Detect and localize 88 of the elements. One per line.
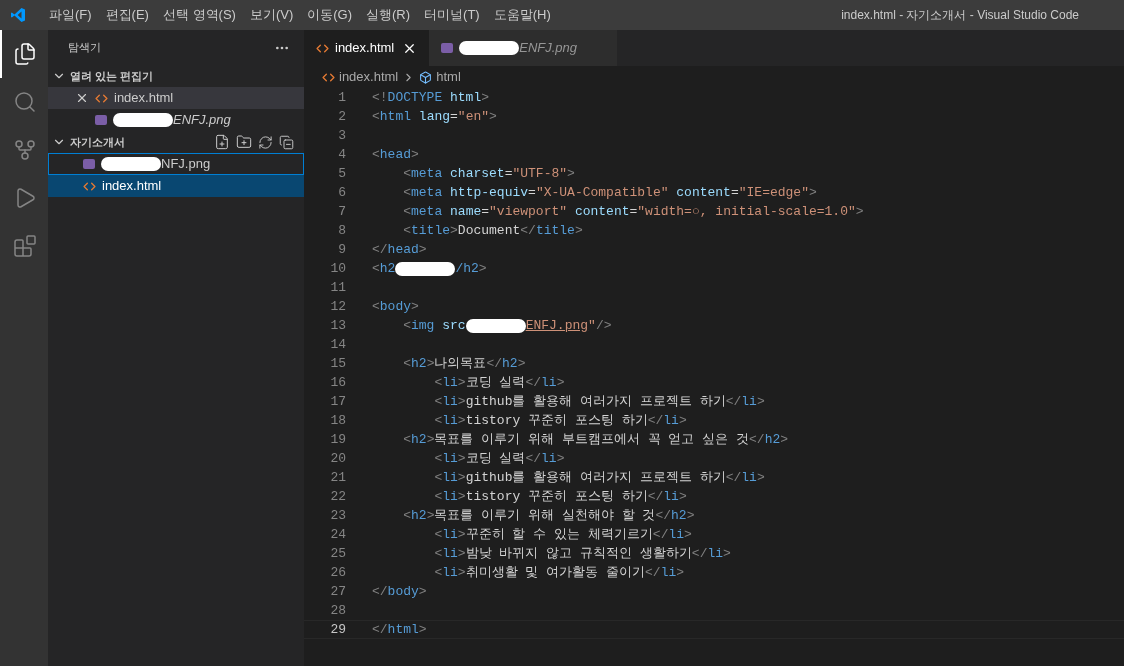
line-number: 6 bbox=[337, 183, 346, 202]
image-icon bbox=[83, 159, 95, 169]
code-line: <meta name="viewport" content="width=○, initial-scale=1.0"> bbox=[402, 202, 864, 221]
search-icon bbox=[13, 90, 37, 114]
code-line: <title>Document</title> bbox=[402, 221, 583, 240]
breadcrumb-item[interactable]: index.html bbox=[339, 67, 399, 87]
line-number: 2 bbox=[337, 107, 346, 126]
code-line: <h2 /h2> bbox=[372, 259, 487, 278]
code-line: </html> bbox=[372, 620, 427, 639]
logo-icon bbox=[10, 7, 26, 23]
line-number: 24 bbox=[329, 525, 346, 544]
code-line: <li>취미생활 및 여가활동 줄이기</li> bbox=[433, 563, 685, 582]
collapse-icon[interactable] bbox=[279, 134, 294, 150]
line-number: 20 bbox=[329, 449, 346, 468]
sidebar-title: 탐색기 bbox=[68, 40, 101, 56]
new-folder-icon[interactable] bbox=[236, 134, 252, 150]
code-line: </body> bbox=[372, 582, 427, 601]
line-number: 13 bbox=[329, 316, 346, 335]
menu-item[interactable]: 파일(F) bbox=[42, 5, 99, 25]
window-title: index.html - 자기소개서 - Visual Studio Code bbox=[841, 7, 1079, 24]
menu-item[interactable]: 선택 영역(S) bbox=[155, 5, 243, 25]
code-line: <li>github를 활용해 여러가지 프로젝트 하기</li> bbox=[433, 468, 765, 487]
line-number: 7 bbox=[337, 202, 346, 221]
file-item[interactable]: NFJ.png bbox=[48, 153, 304, 175]
files-icon bbox=[13, 42, 37, 66]
line-number: 12 bbox=[329, 297, 346, 316]
line-number: 1 bbox=[337, 88, 346, 107]
cube-icon bbox=[419, 70, 433, 84]
menu-item[interactable]: 이동(G) bbox=[300, 5, 360, 25]
line-number: 16 bbox=[329, 373, 346, 392]
line-number: 28 bbox=[329, 601, 346, 620]
menu-item[interactable]: 보기(V) bbox=[242, 5, 301, 25]
line-number: 27 bbox=[329, 582, 346, 601]
code-line: <li>코딩 실력</li> bbox=[433, 373, 565, 392]
code-line: <h2>목표를 이루기 위해 실천해야 할 것</h2> bbox=[402, 506, 695, 525]
section-header[interactable]: 자기소개서 bbox=[70, 133, 125, 151]
new-file-icon[interactable] bbox=[214, 134, 230, 150]
image-icon bbox=[95, 115, 107, 125]
line-number: 15 bbox=[329, 354, 346, 373]
code-line: <meta http-equiv="X-UA-Compatible" content="IE=edge"> bbox=[402, 183, 817, 202]
code-line: <head> bbox=[372, 145, 419, 164]
code-line: <li>tistory 꾸준히 포스팅 하기</li> bbox=[433, 487, 687, 506]
editor-tab[interactable]: index.html bbox=[304, 30, 430, 66]
line-number: 14 bbox=[329, 335, 346, 354]
editor-tab[interactable]: ENFJ.png bbox=[429, 30, 618, 66]
line-number: 17 bbox=[329, 392, 346, 411]
code-line: <li>코딩 실력</li> bbox=[433, 449, 565, 468]
file-item[interactable]: index.html bbox=[48, 175, 304, 197]
refresh-icon[interactable] bbox=[258, 134, 273, 150]
menu-item[interactable]: 편집(E) bbox=[98, 5, 156, 25]
code-line: <li>github를 활용해 여러가지 프로젝트 하기</li> bbox=[433, 392, 765, 411]
breadcrumb-item[interactable]: html bbox=[436, 67, 461, 87]
line-number: 10 bbox=[329, 259, 346, 278]
blocks-icon bbox=[13, 234, 37, 258]
file-item[interactable]: ENFJ.png bbox=[48, 109, 304, 131]
line-number: 18 bbox=[329, 411, 346, 430]
menu-item[interactable]: 터미널(T) bbox=[417, 5, 487, 25]
menu-item[interactable]: 도움말(H) bbox=[486, 5, 558, 25]
line-number: 26 bbox=[329, 563, 346, 582]
line-number: 3 bbox=[337, 126, 346, 145]
branch-icon bbox=[13, 138, 37, 162]
line-number: 5 bbox=[337, 164, 346, 183]
line-number: 22 bbox=[329, 487, 346, 506]
menu-item[interactable]: 실행(R) bbox=[359, 5, 418, 25]
code-line: <li>밤낮 바뀌지 않고 규칙적인 생활하기</li> bbox=[433, 544, 731, 563]
line-number: 4 bbox=[337, 145, 346, 164]
line-number: 29 bbox=[329, 620, 346, 639]
line-number: 21 bbox=[329, 468, 346, 487]
code-line: <img src ENFJ.png"/> bbox=[402, 316, 612, 335]
code-line: <h2>나의목표</h2> bbox=[402, 354, 526, 373]
code-line: <html lang="en"> bbox=[372, 107, 497, 126]
file-item[interactable]: index.html bbox=[48, 87, 304, 109]
code-line: <li>tistory 꾸준히 포스팅 하기</li> bbox=[433, 411, 687, 430]
line-number: 9 bbox=[337, 240, 346, 259]
code-line: </head> bbox=[372, 240, 427, 259]
code-line: <h2>목표를 이루기 위해 부트캠프에서 꼭 얻고 싶은 것</h2> bbox=[402, 430, 789, 449]
line-number: 11 bbox=[329, 278, 346, 297]
code-line: <!DOCTYPE html> bbox=[372, 88, 490, 107]
close-icon[interactable] bbox=[75, 91, 89, 105]
line-number: 8 bbox=[337, 221, 346, 240]
section-header[interactable]: 열려 있는 편집기 bbox=[70, 67, 154, 85]
line-number: 23 bbox=[329, 506, 346, 525]
code-line: <li>꾸준히 할 수 있는 체력기르기</li> bbox=[433, 525, 692, 544]
code-line: <body> bbox=[372, 297, 419, 316]
code-line: <meta charset="UTF-8"> bbox=[402, 164, 575, 183]
image-icon bbox=[441, 43, 454, 53]
line-number: 19 bbox=[329, 430, 346, 449]
line-number: 25 bbox=[329, 544, 346, 563]
